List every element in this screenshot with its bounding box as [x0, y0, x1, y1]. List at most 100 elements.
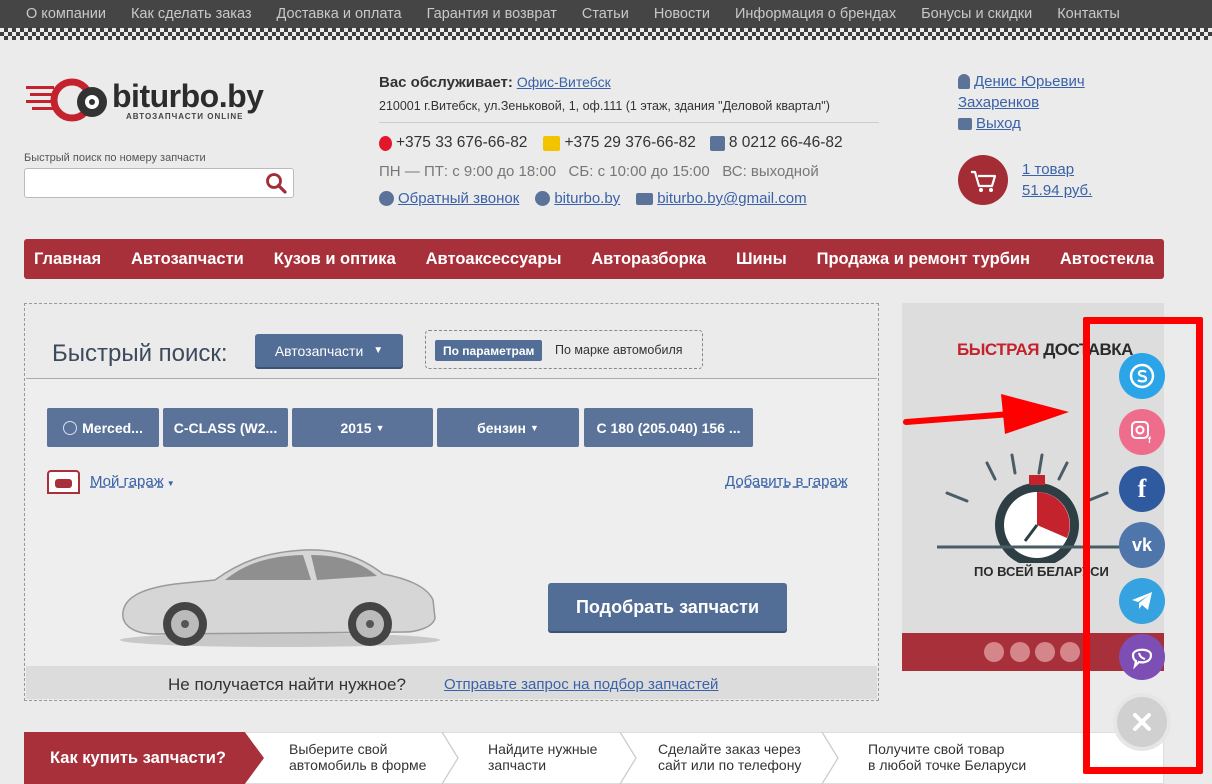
step-2-line1: Найдите нужные — [488, 741, 598, 757]
search-mode-toggle: По параметрам По марке автомобиля — [425, 330, 703, 369]
category-dropdown[interactable]: Автозапчасти ▼ — [255, 334, 403, 367]
nav-glass[interactable]: Автостекла — [1060, 250, 1154, 269]
slider-dot[interactable] — [1035, 642, 1055, 662]
chevron-down-icon: ▼ — [373, 345, 384, 356]
top-nav-bonuses[interactable]: Бонусы и скидки — [921, 6, 1032, 22]
my-garage-label: Мой гараж — [90, 473, 164, 490]
nav-home[interactable]: Главная — [34, 250, 101, 269]
email-icon — [636, 192, 654, 205]
telegram-button[interactable] — [1119, 578, 1165, 624]
mode-by-params-tab[interactable]: По параметрам — [435, 340, 543, 361]
instagram-button[interactable]: f — [1119, 409, 1165, 455]
year-select-value: 2015 — [340, 419, 372, 436]
cart-items-link[interactable]: 1 товар — [1022, 161, 1074, 178]
user-name-line1[interactable]: Денис Юрьевич — [974, 71, 1085, 92]
nav-accessories[interactable]: Автоаксессуары — [426, 250, 562, 269]
quick-search-label: Быстрый поиск по номеру запчасти — [24, 152, 206, 164]
my-garage-dropdown[interactable]: Мой гараж ▼ — [90, 473, 175, 490]
cart-icon — [971, 170, 997, 192]
panel-title: Быстрый поиск: — [52, 340, 228, 367]
svg-text:f: f — [1148, 435, 1152, 445]
slider-dot[interactable] — [1010, 642, 1030, 662]
step-1-line2: автомобиль в форме — [289, 757, 427, 773]
step-separator — [619, 732, 637, 784]
nav-dismantling[interactable]: Авторазборка — [591, 250, 706, 269]
chevron-down-icon: ▼ — [530, 422, 539, 433]
send-request-link[interactable]: Отправьте запрос на подбор запчастей — [444, 676, 718, 693]
logout-icon — [958, 117, 972, 130]
cart-button[interactable] — [958, 155, 1008, 205]
close-social-button[interactable] — [1117, 697, 1167, 747]
working-hours: ПН — ПТ: с 9:00 до 18:00 СБ: с 10:00 до … — [379, 163, 819, 180]
instagram-icon: f — [1131, 421, 1152, 445]
step-3: Сделайте заказ через сайт или по телефону — [658, 741, 801, 773]
nav-turbines[interactable]: Продажа и ремонт турбин — [817, 250, 1030, 269]
top-nav-news[interactable]: Новости — [654, 6, 710, 22]
callback-link[interactable]: Обратный звонок — [398, 190, 519, 207]
close-icon — [1133, 713, 1151, 731]
facebook-button[interactable]: f — [1119, 466, 1165, 512]
step-separator — [441, 732, 459, 784]
skype-button[interactable] — [1119, 353, 1165, 399]
top-nav-warranty[interactable]: Гарантия и возврат — [427, 6, 557, 22]
chevron-down-icon: ▼ — [166, 479, 175, 488]
search-icon[interactable] — [265, 172, 287, 194]
fuel-select[interactable]: бензин ▼ — [437, 408, 579, 447]
nav-autoparts[interactable]: Автозапчасти — [131, 250, 244, 269]
viber-button[interactable] — [1119, 634, 1165, 680]
mode-by-brand-tab[interactable]: По марке автомобиля — [555, 343, 683, 357]
office-link[interactable]: Офис-Витебск — [517, 74, 611, 90]
email-link[interactable]: biturbo.by@gmail.com — [657, 190, 806, 207]
modification-select[interactable]: C 180 (205.040) 156 ... — [584, 408, 753, 447]
make-select-value: Merced... — [82, 419, 143, 436]
not-found-text: Не получается найти нужное? — [168, 675, 406, 694]
served-by-label: Вас обслуживает: — [379, 73, 513, 91]
nav-body-optics[interactable]: Кузов и оптика — [274, 250, 396, 269]
top-nav-articles[interactable]: Статьи — [582, 6, 629, 22]
mercedes-logo-icon — [63, 420, 78, 435]
make-select[interactable]: Merced... — [47, 408, 159, 447]
main-nav: Главная Автозапчасти Кузов и оптика Авто… — [24, 239, 1164, 279]
turbo-logo-icon — [26, 78, 107, 122]
model-select-value: C-CLASS (W2... — [173, 419, 278, 436]
skype-link[interactable]: biturbo.by — [554, 190, 620, 207]
top-nav-about[interactable]: О компании — [26, 6, 106, 22]
model-select[interactable]: C-CLASS (W2... — [163, 408, 288, 447]
top-nav-how-to-order[interactable]: Как сделать заказ — [131, 6, 252, 22]
phone-velcom[interactable]: +375 29 376-66-82 — [564, 134, 695, 152]
step-2: Найдите нужные запчасти — [488, 741, 597, 773]
landline-phone-icon — [709, 135, 725, 151]
user-icon — [958, 74, 970, 89]
top-nav-brands[interactable]: Информация о брендах — [735, 6, 896, 22]
step-3-line1: Сделайте заказ через — [658, 741, 801, 757]
user-name-line2[interactable]: Захаренков — [958, 94, 1039, 111]
telegram-icon — [1132, 592, 1152, 610]
phone-landline[interactable]: 8 0212 66-46-82 — [729, 134, 843, 152]
checker-divider — [0, 28, 1212, 40]
nav-tires[interactable]: Шины — [736, 250, 787, 269]
vk-button[interactable]: vk — [1119, 522, 1165, 568]
add-to-garage-link[interactable]: Добавить в гараж — [725, 473, 848, 490]
cart-total-link[interactable]: 51.94 руб. — [1022, 182, 1092, 199]
contact-divider — [379, 122, 879, 123]
logout-link[interactable]: Выход — [976, 113, 1021, 134]
facebook-icon: f — [1137, 474, 1147, 503]
quick-search-input[interactable] — [24, 168, 294, 198]
top-nav-delivery[interactable]: Доставка и оплата — [277, 6, 402, 22]
find-parts-button[interactable]: Подобрать запчасти — [548, 583, 787, 631]
step-4: Получите свой товар в любой точке Беларус… — [868, 741, 1026, 773]
viber-icon — [1131, 648, 1153, 670]
top-nav: О компании Как сделать заказ Доставка и … — [0, 0, 1212, 28]
top-nav-contacts[interactable]: Контакты — [1057, 6, 1120, 22]
slider-dot[interactable] — [984, 642, 1004, 662]
step-2-line2: запчасти — [488, 757, 547, 773]
chevron-down-icon: ▼ — [375, 422, 385, 433]
how-to-buy-title: Как купить запчасти? — [24, 732, 264, 784]
phone-mts[interactable]: +375 33 676-66-82 — [396, 134, 527, 152]
slider-dot[interactable] — [1060, 642, 1080, 662]
car-illustration — [120, 549, 440, 647]
step-4-line2: в любой точке Беларуси — [868, 757, 1027, 773]
site-logo[interactable]: biturbo.by АВТОЗАПЧАСТИ ONLINE — [26, 74, 296, 124]
step-3-line2: сайт или по телефону — [658, 757, 802, 773]
year-select[interactable]: 2015 ▼ — [292, 408, 433, 447]
